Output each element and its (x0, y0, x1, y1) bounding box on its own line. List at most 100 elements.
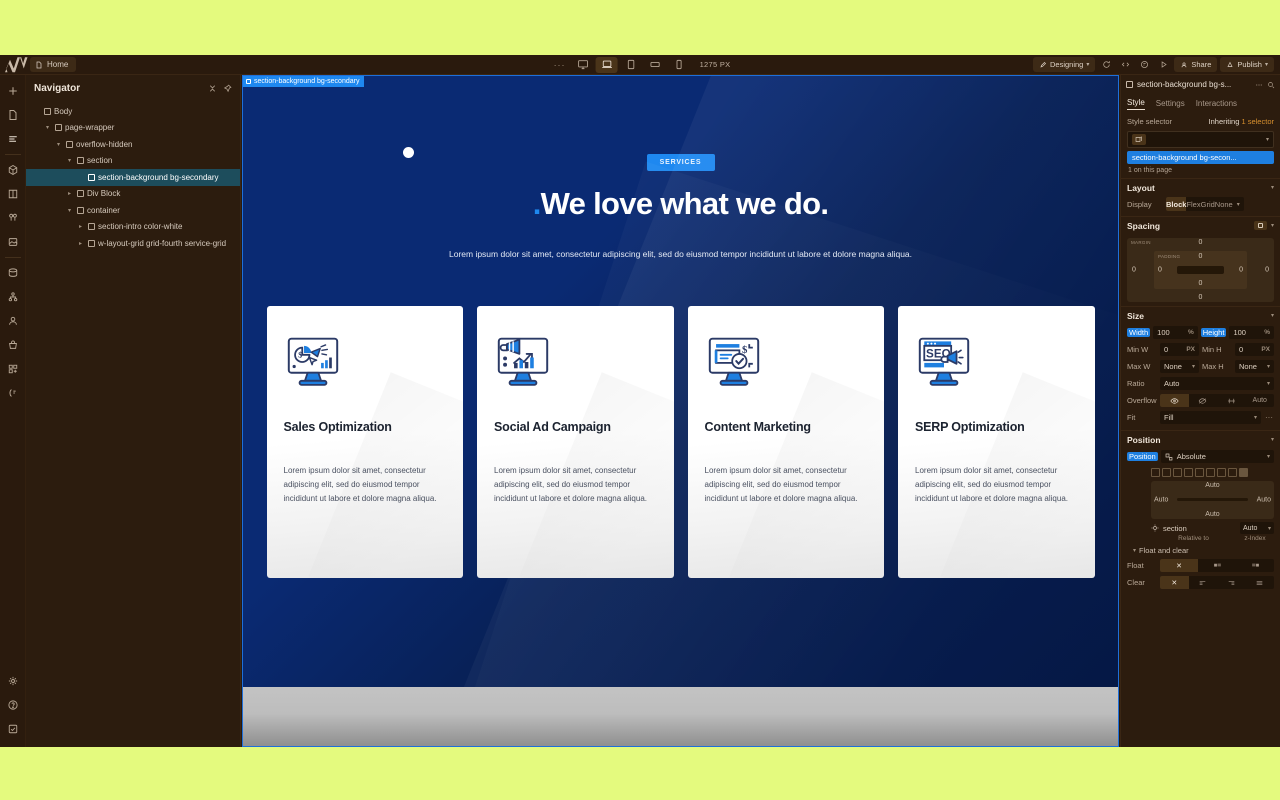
chevron-right-icon[interactable]: ▸ (65, 190, 74, 197)
chevron-down-icon[interactable]: ▾ (1254, 414, 1257, 421)
pages-icon[interactable] (0, 103, 26, 127)
float-left-option[interactable] (1198, 559, 1236, 572)
navigator-tree-item[interactable]: ▾ section (26, 153, 240, 170)
inset-left-value[interactable]: Auto (1154, 497, 1168, 504)
position-preset-top-right[interactable] (1162, 468, 1171, 477)
padding-right-value[interactable]: 0 (1239, 267, 1243, 274)
chevron-down-icon[interactable]: ▾ (1268, 525, 1271, 532)
layout-section-header[interactable]: Layout ▾ (1121, 178, 1280, 196)
navigator-icon[interactable] (0, 127, 26, 151)
more-options-icon[interactable] (1255, 81, 1263, 89)
navigator-tree-item[interactable]: ▾ overflow-hidden (26, 136, 240, 153)
chevron-down-icon[interactable]: ▾ (1233, 197, 1244, 211)
navigator-tree-item[interactable]: ▾ container (26, 202, 240, 219)
margin-bottom-value[interactable]: 0 (1199, 294, 1203, 301)
code-button[interactable] (1117, 57, 1133, 72)
selector-chip[interactable]: section-background bg-secon... (1127, 151, 1274, 164)
fit-select[interactable]: Fill ▾ (1160, 411, 1261, 424)
audit-icon[interactable] (0, 717, 26, 741)
publish-button[interactable]: Publish ▾ (1220, 57, 1274, 72)
max-width-input[interactable]: None ▾ (1160, 360, 1199, 373)
clear-left-option[interactable] (1189, 576, 1218, 589)
navigator-tree-item[interactable]: ▸ w-layout-grid grid-fourth service-grid (26, 235, 240, 252)
margin-left-value[interactable]: 0 (1132, 267, 1136, 274)
relative-to-element[interactable]: section (1163, 524, 1187, 533)
navigator-tree-item[interactable]: ▸ Div Block (26, 186, 240, 203)
viewport-more-icon[interactable]: ··· (550, 60, 570, 70)
home-page-tab[interactable]: Home (30, 57, 77, 72)
padding-left-value[interactable]: 0 (1158, 267, 1162, 274)
chevron-right-icon[interactable]: ▸ (76, 223, 85, 230)
position-preset-bottom-right[interactable] (1184, 468, 1193, 477)
viewport-tablet[interactable] (620, 57, 642, 73)
settings-gear-icon[interactable] (0, 669, 26, 693)
service-card[interactable]: $ Sales OptimizationLorem ipsum dolor si… (266, 306, 463, 578)
max-height-input[interactable]: None ▾ (1235, 360, 1274, 373)
position-preset-full[interactable] (1239, 468, 1248, 477)
navigator-tree-item[interactable]: ▾ page-wrapper (26, 120, 240, 137)
position-preset-left[interactable] (1195, 468, 1204, 477)
inset-bottom-value[interactable]: Auto (1205, 511, 1219, 518)
hero-section[interactable]: SERVICES .We love what we do. Lorem ipsu… (243, 76, 1118, 687)
height-input[interactable]: 100% (1229, 326, 1275, 339)
viewport-tablet-landscape[interactable] (644, 57, 666, 73)
inset-control[interactable]: Auto Auto Auto Auto (1151, 481, 1274, 519)
designing-mode-dropdown[interactable]: Designing ▾ (1032, 57, 1096, 72)
navigator-tree-item[interactable]: Body (26, 103, 240, 120)
pin-icon[interactable] (223, 84, 232, 93)
chevron-down-icon[interactable]: ▾ (1267, 453, 1270, 460)
inset-top-value[interactable]: Auto (1205, 482, 1219, 489)
variables-icon[interactable] (0, 206, 26, 230)
tab-style[interactable]: Style (1127, 98, 1145, 110)
chevron-down-icon[interactable]: ▾ (1266, 136, 1269, 143)
clear-none-option[interactable]: ✕ (1160, 576, 1189, 589)
position-section-header[interactable]: Position ▾ (1121, 430, 1280, 448)
help-icon[interactable] (0, 693, 26, 717)
element-settings-icon[interactable] (1267, 81, 1275, 89)
service-card[interactable]: SEO SERP OptimizationLorem ipsum dolor s… (898, 306, 1095, 578)
padding-bottom-value[interactable]: 0 (1199, 280, 1203, 287)
position-select[interactable]: Absolute ▾ (1160, 450, 1274, 463)
position-preset-right[interactable] (1206, 468, 1215, 477)
chevron-down-icon[interactable]: ▾ (65, 157, 74, 164)
assets-icon[interactable] (0, 230, 26, 254)
clear-right-option[interactable] (1217, 576, 1246, 589)
spacing-preset-icon[interactable] (1253, 221, 1267, 230)
navigator-tree-item[interactable]: section-background bg-secondary (26, 169, 240, 186)
tab-interactions[interactable]: Interactions (1196, 99, 1237, 110)
cms-icon[interactable] (0, 261, 26, 285)
min-width-input[interactable]: 0 PX (1160, 343, 1199, 356)
refresh-button[interactable] (1098, 57, 1114, 72)
spacing-control[interactable]: MARGIN PADDING 0 0 0 0 0 0 0 0 (1127, 238, 1274, 302)
margin-top-value[interactable]: 0 (1199, 239, 1203, 246)
preview-button[interactable] (1155, 57, 1171, 72)
chevron-down-icon[interactable]: ▾ (1192, 363, 1195, 370)
chevron-down-icon[interactable]: ▾ (1271, 312, 1274, 319)
margin-right-value[interactable]: 0 (1265, 267, 1269, 274)
overflow-visible-option[interactable] (1160, 394, 1189, 407)
clear-both-option[interactable] (1246, 576, 1275, 589)
overflow-scroll-option[interactable] (1217, 394, 1246, 407)
display-option-none[interactable]: None (1215, 197, 1233, 211)
viewport-desktop[interactable] (595, 56, 618, 73)
components-icon[interactable] (0, 158, 26, 182)
service-card[interactable]: Social Ad CampaignLorem ipsum dolor sit … (477, 306, 674, 578)
chevron-down-icon[interactable]: ▾ (54, 141, 63, 148)
site-canvas[interactable]: section-background bg-secondary SERVICES… (242, 75, 1119, 747)
position-preset-top-left[interactable] (1151, 468, 1160, 477)
inset-right-value[interactable]: Auto (1257, 497, 1271, 504)
chevron-down-icon[interactable]: ▾ (43, 124, 52, 131)
position-preset-bottom[interactable] (1217, 468, 1226, 477)
chevron-right-icon[interactable]: ▸ (76, 240, 85, 247)
share-button[interactable]: Share (1174, 57, 1218, 72)
display-option-flex[interactable]: Flex (1186, 197, 1200, 211)
users-icon[interactable] (0, 309, 26, 333)
collapse-all-icon[interactable] (208, 84, 217, 93)
chevron-down-icon[interactable]: ▾ (1271, 222, 1274, 229)
position-preset-bottom-left[interactable] (1173, 468, 1182, 477)
add-element-icon[interactable] (0, 79, 26, 103)
chevron-down-icon[interactable]: ▾ (1267, 363, 1270, 370)
overflow-auto-option[interactable]: Auto (1246, 394, 1275, 407)
viewport-desktop-large[interactable] (572, 57, 594, 73)
size-section-header[interactable]: Size ▾ (1121, 306, 1280, 324)
